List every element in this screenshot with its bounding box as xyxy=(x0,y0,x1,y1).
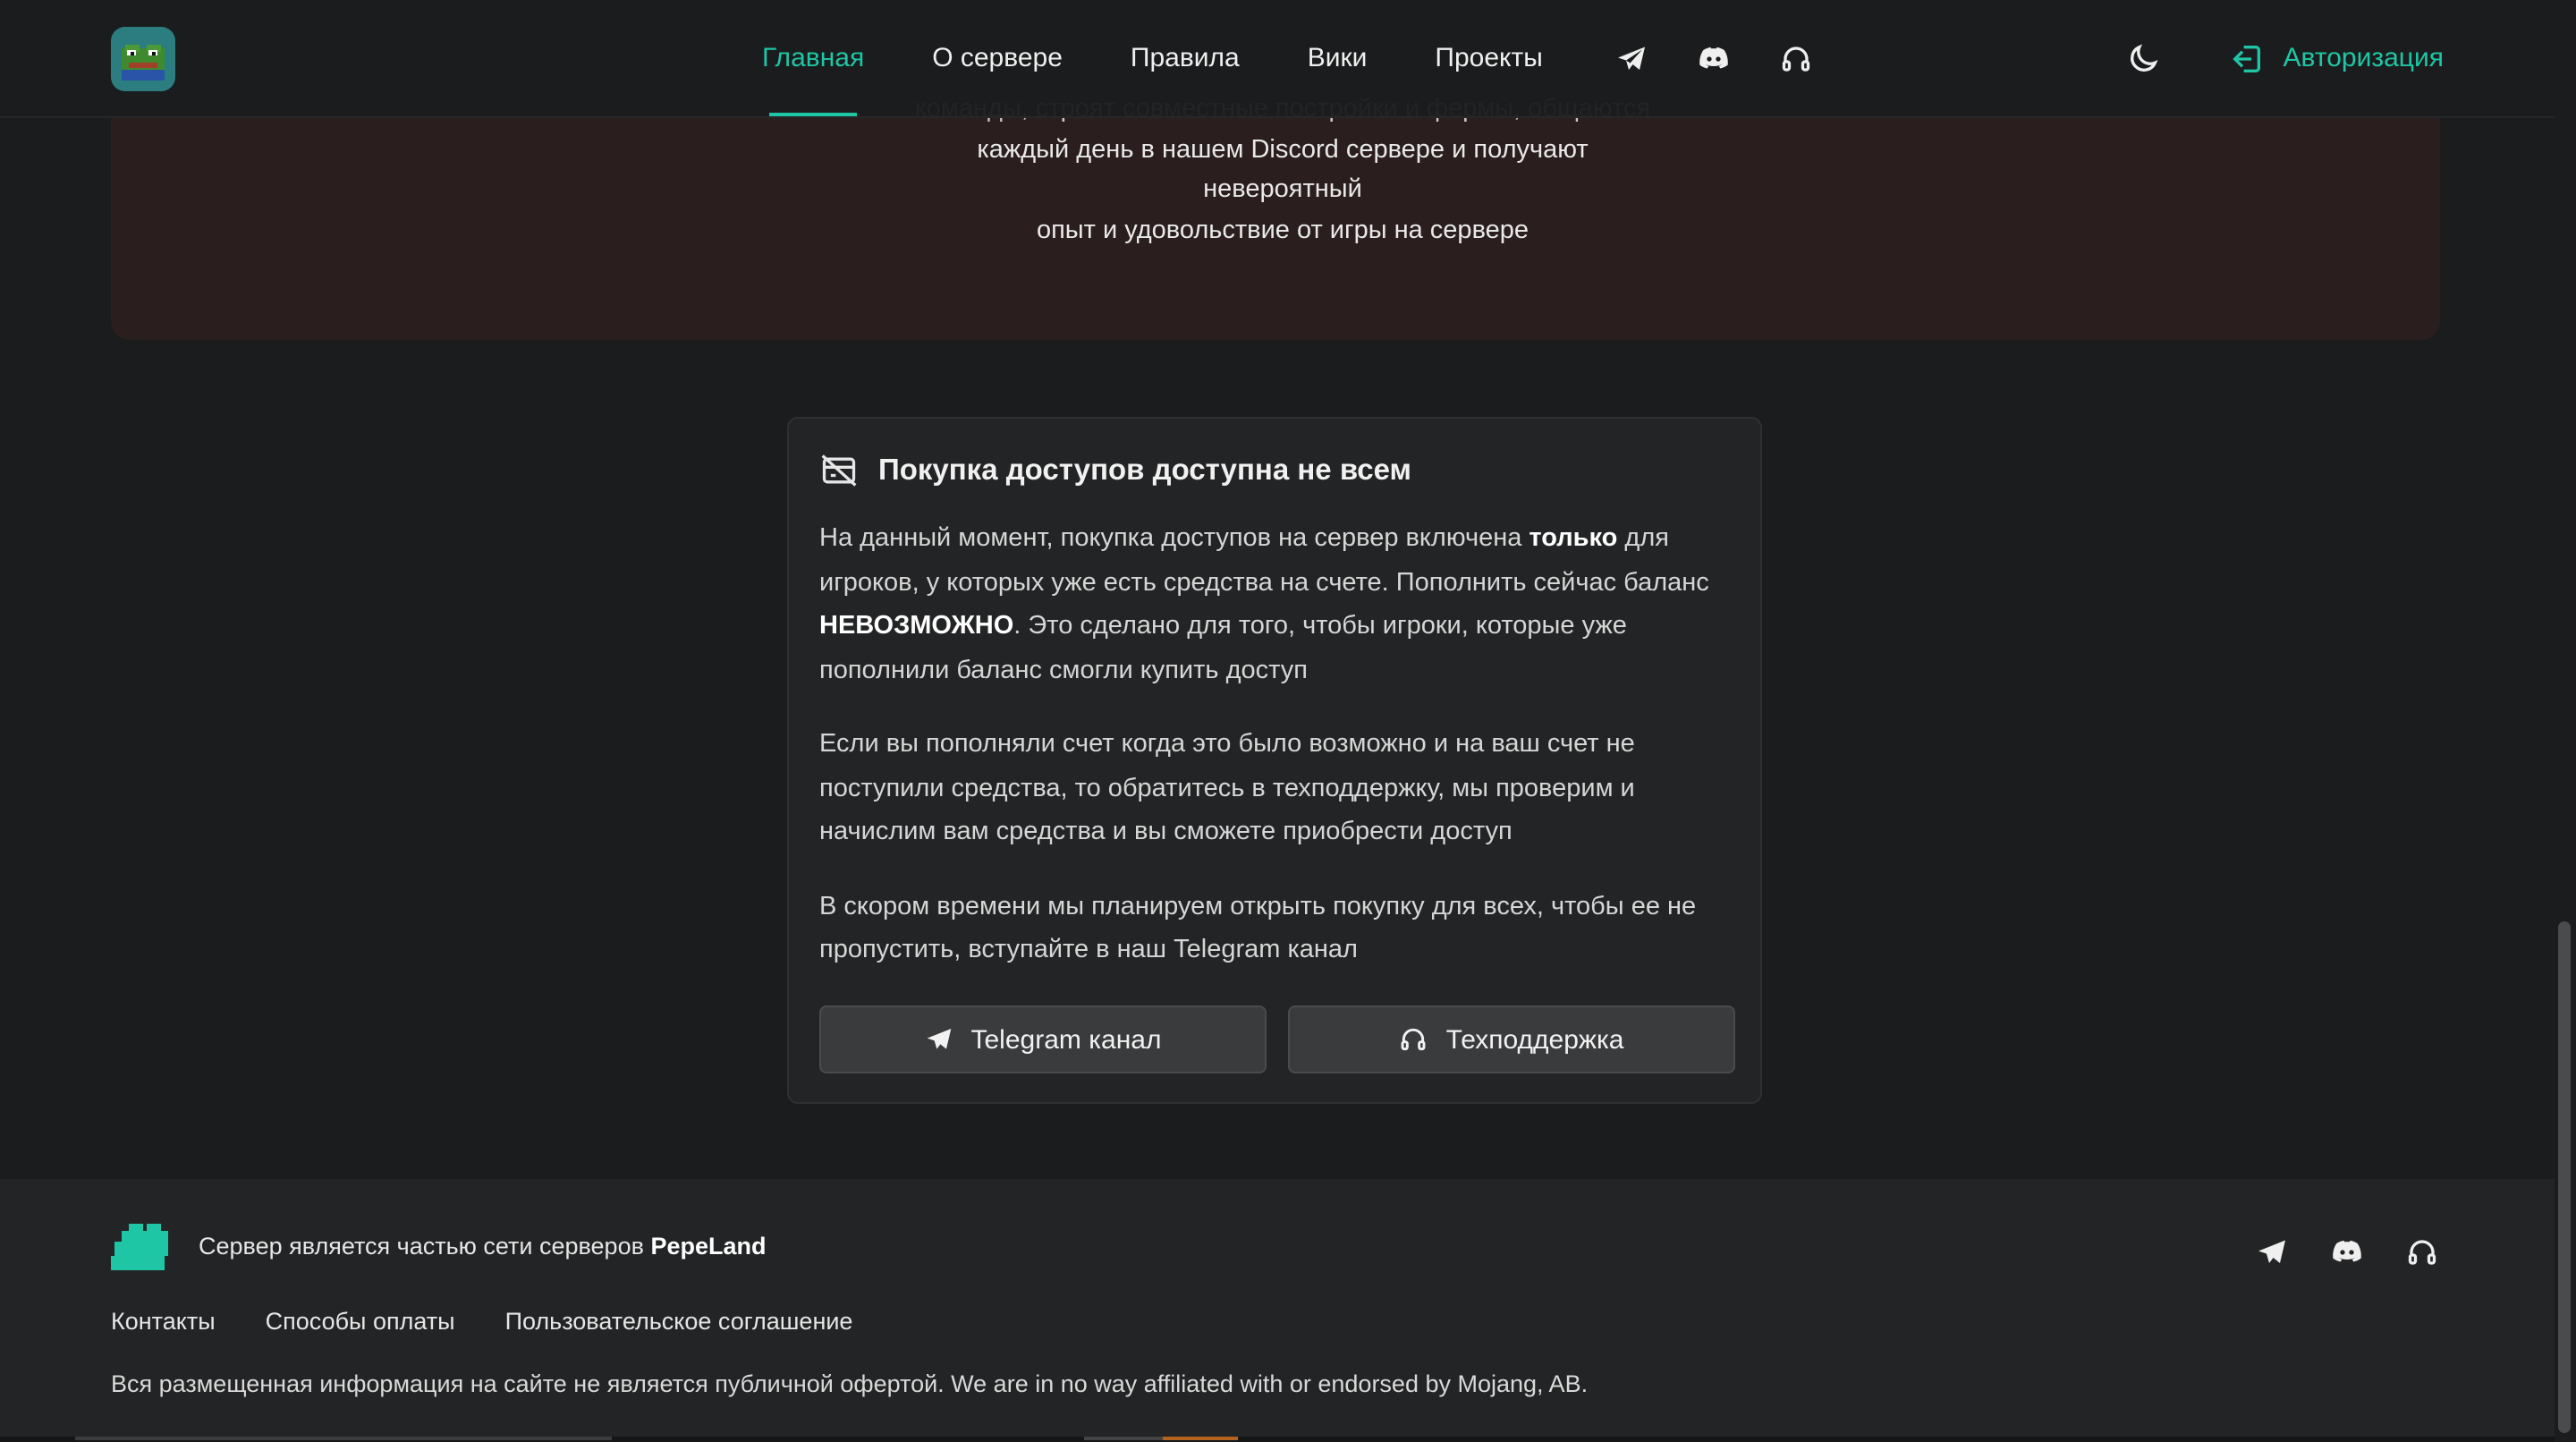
telegram-icon[interactable] xyxy=(2250,1231,2293,1274)
notice-title: Покупка доступов доступна не всем xyxy=(819,451,1411,490)
bottom-edge-segment xyxy=(1084,1437,1163,1440)
pepeland-logo-icon xyxy=(111,1224,168,1270)
network-name[interactable]: PepeLand xyxy=(650,1233,766,1260)
pepe-logo-icon xyxy=(111,27,175,91)
footer-link-contacts[interactable]: Контакты xyxy=(111,1308,216,1335)
nav-projects[interactable]: Проекты xyxy=(1435,0,1542,116)
hero-line-3: опыт и удовольствие от игры на сервере xyxy=(1036,216,1530,244)
headset-icon[interactable] xyxy=(2401,1231,2444,1274)
notice-paragraph-2: Если вы пополняли счет когда это было во… xyxy=(819,730,1635,846)
card-off-icon xyxy=(821,454,857,487)
notice-paragraph-3: В скором времени мы планируем открыть по… xyxy=(819,892,1697,964)
discord-icon[interactable] xyxy=(1693,37,1736,80)
main-nav: Главная О сервере Правила Вики Проекты xyxy=(762,0,1858,116)
footer-links: Контакты Способы оплаты Пользовательское… xyxy=(111,1308,902,1335)
moon-icon[interactable] xyxy=(2123,37,2165,80)
purchase-notice-card: Покупка доступов доступна не всем На дан… xyxy=(787,417,1762,1104)
support-label: Техподдержка xyxy=(1445,1024,1624,1055)
notice-actions: Telegram канал Техподдержка xyxy=(819,1005,1735,1073)
footer-disclaimer: Вся размещенная информация на сайте не я… xyxy=(111,1370,1589,1397)
telegram-channel-button[interactable]: Telegram канал xyxy=(819,1005,1267,1073)
headset-icon[interactable] xyxy=(1775,37,1818,80)
footer-social xyxy=(2218,1231,2444,1274)
nav-about[interactable]: О сервере xyxy=(932,0,1063,116)
bottom-edge-segment xyxy=(1163,1437,1238,1440)
network-text: Сервер является частью сети серверов Pep… xyxy=(199,1233,767,1260)
header-actions: Авторизация xyxy=(2123,0,2444,116)
footer-link-agreement[interactable]: Пользовательское соглашение xyxy=(505,1308,853,1335)
login-button[interactable]: Авторизация xyxy=(2230,40,2444,76)
telegram-icon xyxy=(927,1029,951,1049)
nav-wiki[interactable]: Вики xyxy=(1308,0,1368,116)
nav-rules[interactable]: Правила xyxy=(1131,0,1240,116)
site-logo[interactable] xyxy=(111,27,175,91)
discord-icon[interactable] xyxy=(2326,1231,2368,1274)
telegram-icon[interactable] xyxy=(1611,37,1654,80)
site-footer: Сервер является частью сети серверов Pep… xyxy=(0,1179,2555,1442)
hero-line-2: каждый день в нашем Discord сервере и по… xyxy=(977,135,1589,204)
headset-icon xyxy=(1402,1028,1427,1051)
telegram-channel-label: Telegram канал xyxy=(970,1024,1162,1055)
notice-title-text: Покупка доступов доступна не всем xyxy=(878,454,1411,486)
nav-home[interactable]: Главная xyxy=(762,0,864,116)
scrollbar-thumb[interactable] xyxy=(2558,921,2571,1433)
notice-body: На данный момент, покупка доступов на се… xyxy=(819,517,1735,1003)
page-scrollbar[interactable] xyxy=(2555,0,2576,1442)
support-button[interactable]: Техподдержка xyxy=(1288,1005,1735,1073)
footer-link-payment[interactable]: Способы оплаты xyxy=(266,1308,455,1335)
login-label: Авторизация xyxy=(2283,43,2444,73)
bottom-edge-segment xyxy=(75,1437,612,1440)
site-header: Главная О сервере Правила Вики Проекты А… xyxy=(0,0,2555,118)
notice-paragraph-1: На данный момент, покупка доступов на се… xyxy=(819,524,1709,684)
login-icon xyxy=(2233,45,2261,72)
